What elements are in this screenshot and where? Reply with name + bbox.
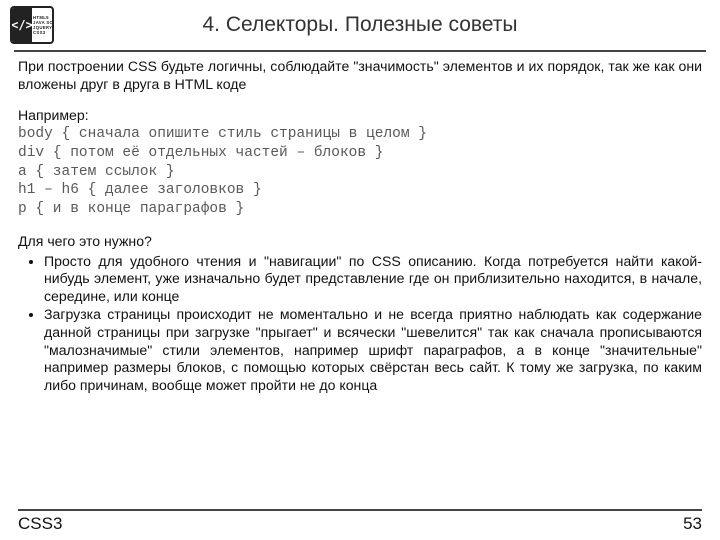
list-item: Загрузка страницы происходит не моментал… <box>44 306 702 394</box>
page-number: 53 <box>683 514 702 534</box>
example-label: Например: <box>18 107 702 125</box>
logo-line: CSS3 <box>33 30 54 35</box>
footer-divider <box>18 509 702 511</box>
code-line: a { затем ссылок } <box>18 163 702 182</box>
footer-left: CSS3 <box>18 514 62 534</box>
code-block: body { сначала опишите стиль страницы в … <box>18 125 702 219</box>
reasons-list: Просто для удобного чтения и "навигации"… <box>26 253 702 395</box>
logo-glyph: </> <box>12 8 32 42</box>
slide: </> HTML5 JAVA SCRIPT JQUERY CSS3 4. Сел… <box>0 0 720 540</box>
code-line: h1 – h6 { далее заголовков } <box>18 181 702 200</box>
code-line: p { и в конце параграфов } <box>18 200 702 219</box>
tech-logo-icon: </> HTML5 JAVA SCRIPT JQUERY CSS3 <box>10 6 54 44</box>
slide-header: </> HTML5 JAVA SCRIPT JQUERY CSS3 4. Сел… <box>0 0 720 46</box>
logo-text: HTML5 JAVA SCRIPT JQUERY CSS3 <box>32 8 54 42</box>
slide-title: 4. Селекторы. Полезные советы <box>54 13 706 37</box>
list-item: Просто для удобного чтения и "навигации"… <box>44 253 702 306</box>
code-line: body { сначала опишите стиль страницы в … <box>18 125 702 144</box>
why-label: Для чего это нужно? <box>18 233 702 251</box>
code-line: div { потом её отдельных частей – блоков… <box>18 144 702 163</box>
slide-content: При построении CSS будьте логичны, соблю… <box>0 52 720 395</box>
slide-footer: CSS3 53 <box>0 509 720 540</box>
intro-paragraph: При построении CSS будьте логичны, соблю… <box>18 58 702 93</box>
